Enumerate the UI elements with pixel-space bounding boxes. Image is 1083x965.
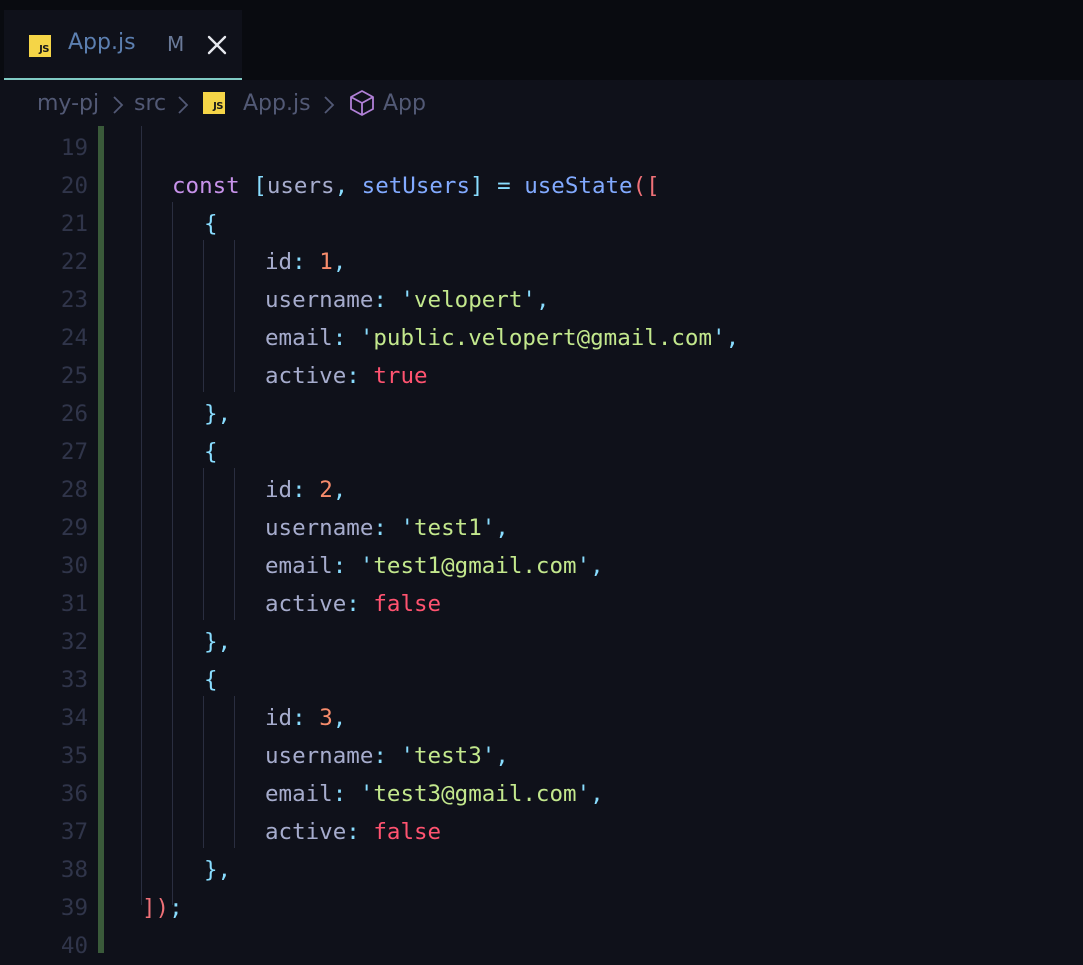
line-number: 33: [60, 667, 88, 693]
tab-label: App.js: [68, 30, 136, 55]
line-number: 29: [60, 515, 88, 541]
code-text: email: 'test1@gmail.com',: [265, 553, 604, 579]
code-editor[interactable]: 19 20 const [users, setUsers] = useState([…: [0, 126, 1083, 959]
code-text: id: 2,: [265, 477, 347, 503]
line-number: 34: [60, 705, 88, 731]
code-line[interactable]: 24 email: 'public.velopert@gmail.com',: [0, 319, 1083, 357]
code-text: active: false: [265, 819, 442, 845]
code-text: ]);: [142, 895, 183, 921]
close-icon[interactable]: [204, 32, 230, 58]
code-line[interactable]: 29 username: 'test1',: [0, 509, 1083, 547]
code-line[interactable]: 38},: [0, 851, 1083, 889]
js-file-icon: JS: [203, 92, 225, 114]
code-text: },: [204, 629, 232, 655]
breadcrumb-item-src[interactable]: src: [134, 91, 166, 116]
code-text: username: 'test1',: [265, 515, 509, 541]
chevron-right-icon: [178, 96, 189, 114]
code-text: id: 1,: [265, 249, 347, 275]
code-text: username: 'velopert',: [265, 287, 550, 313]
cube-icon: [350, 90, 374, 116]
code-line[interactable]: 34 id: 3,: [0, 699, 1083, 737]
code-line[interactable]: 26},: [0, 395, 1083, 433]
code-line[interactable]: 36 email: 'test3@gmail.com',: [0, 775, 1083, 813]
code-text: username: 'test3',: [265, 743, 509, 769]
line-number: 26: [60, 401, 88, 427]
code-line[interactable]: 33 {: [0, 661, 1083, 699]
line-number: 25: [60, 363, 88, 389]
modified-badge: M: [167, 32, 185, 56]
code-text: {: [204, 211, 218, 237]
code-line[interactable]: 22 id: 1,: [0, 243, 1083, 281]
code-text: active: false: [265, 591, 442, 617]
code-text: },: [204, 857, 232, 883]
code-line[interactable]: 21 {: [0, 205, 1083, 243]
line-number: 27: [60, 439, 88, 465]
line-number: 38: [60, 857, 88, 883]
breadcrumb-item-app-js[interactable]: App.js: [243, 91, 311, 116]
code-text: {: [204, 667, 218, 693]
code-line[interactable]: 37 active: false: [0, 813, 1083, 851]
line-number: 37: [60, 819, 88, 845]
code-line[interactable]: 25 active: true: [0, 357, 1083, 395]
code-text: email: 'public.velopert@gmail.com',: [265, 325, 740, 351]
line-number: 28: [60, 477, 88, 503]
chevron-right-icon: [113, 96, 124, 114]
line-number: 21: [60, 211, 88, 237]
code-line[interactable]: 39]);: [0, 889, 1083, 927]
code-line[interactable]: 20 const [users, setUsers] = useState([: [0, 167, 1083, 205]
line-number: 35: [60, 743, 88, 769]
code-line[interactable]: 35 username: 'test3',: [0, 737, 1083, 775]
code-line[interactable]: 28 id: 2,: [0, 471, 1083, 509]
code-text: },: [204, 401, 232, 427]
breadcrumb-item-app[interactable]: App: [383, 91, 426, 116]
line-number: 23: [60, 287, 88, 313]
code-line[interactable]: 30 email: 'test1@gmail.com',: [0, 547, 1083, 585]
line-number: 20: [60, 173, 88, 199]
code-text: active: true: [265, 363, 428, 389]
tab-app-js[interactable]: JS App.js M: [4, 10, 242, 80]
code-text: const [users, setUsers] = useState([: [172, 173, 660, 199]
code-line[interactable]: 32},: [0, 623, 1083, 661]
tab-bar: JS App.js M: [0, 0, 1083, 80]
code-text: id: 3,: [265, 705, 347, 731]
line-number: 36: [60, 781, 88, 807]
code-text: {: [204, 439, 218, 465]
code-line[interactable]: 31 active: false: [0, 585, 1083, 623]
line-number: 30: [60, 553, 88, 579]
code-text: email: 'test3@gmail.com',: [265, 781, 604, 807]
js-file-icon: JS: [29, 35, 51, 57]
line-number: 31: [60, 591, 88, 617]
code-line[interactable]: 40: [0, 927, 1083, 965]
code-line[interactable]: 23 username: 'velopert',: [0, 281, 1083, 319]
breadcrumb-item-my-pj[interactable]: my-pj: [37, 91, 99, 116]
line-number: 40: [60, 933, 88, 959]
line-number: 19: [60, 135, 88, 161]
chevron-right-icon: [324, 96, 335, 114]
line-number: 24: [60, 325, 88, 351]
breadcrumb: my-pj src JS App.js App: [0, 80, 1083, 126]
line-number: 22: [60, 249, 88, 275]
line-number: 32: [60, 629, 88, 655]
code-line[interactable]: 27 {: [0, 433, 1083, 471]
line-number: 39: [60, 895, 88, 921]
code-line[interactable]: 19: [0, 129, 1083, 167]
